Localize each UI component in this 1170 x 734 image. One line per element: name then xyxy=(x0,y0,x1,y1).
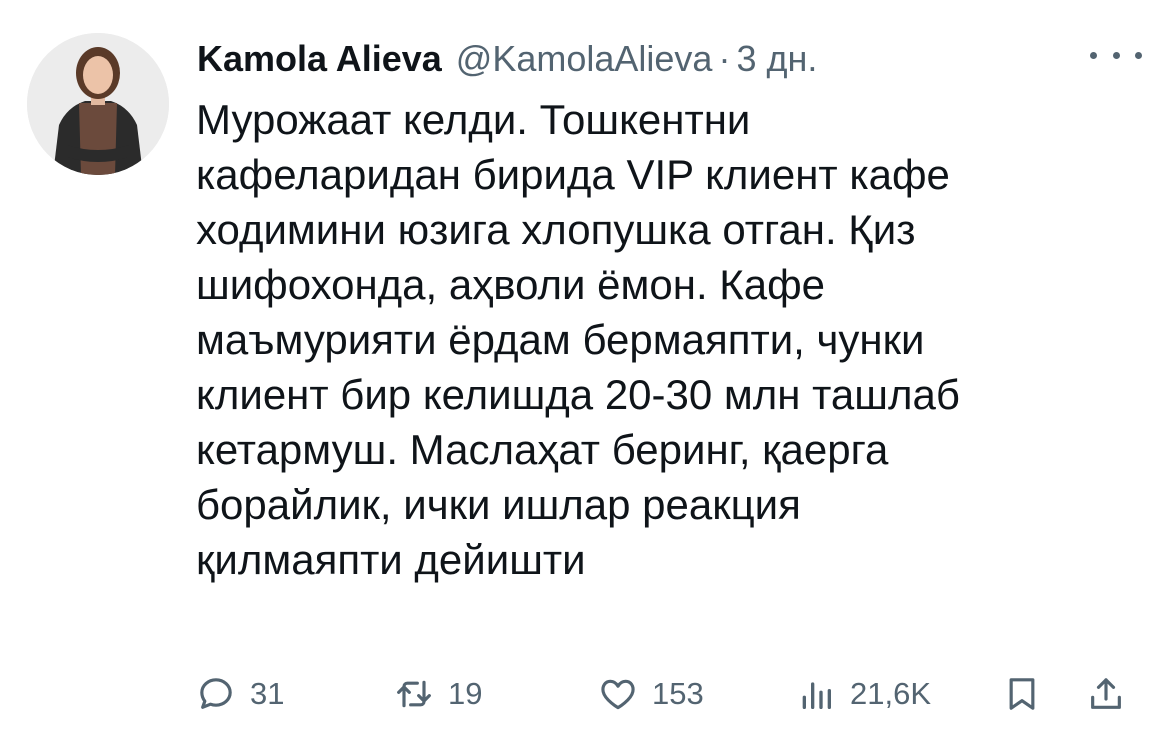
share-icon xyxy=(1091,678,1121,709)
author-handle[interactable]: @KamolaAlieva xyxy=(456,38,713,80)
avatar-image xyxy=(27,33,169,175)
tweet-text: Мурожаат келди. Тошкентни кафеларидан би… xyxy=(196,96,960,583)
reply-icon xyxy=(200,678,232,709)
views-count: 21,6K xyxy=(850,676,932,711)
bookmark-icon xyxy=(1009,678,1035,710)
more-icon[interactable] xyxy=(1090,44,1142,66)
repost-count: 19 xyxy=(448,676,483,711)
tweet-header: Kamola Alieva @KamolaAlieva · 3 дн. xyxy=(197,34,817,84)
heart-icon xyxy=(601,679,635,710)
like-button[interactable]: 153 xyxy=(598,668,704,720)
timestamp[interactable]: 3 дн. xyxy=(736,38,817,80)
action-bar: 31 19 153 21,6K xyxy=(196,668,1140,720)
reply-count: 31 xyxy=(250,676,285,711)
more-dot xyxy=(1135,51,1142,59)
avatar[interactable] xyxy=(27,33,169,175)
tweet: Kamola Alieva @KamolaAlieva · 3 дн. Муро… xyxy=(0,0,1170,734)
more-dot xyxy=(1112,51,1120,59)
like-count: 153 xyxy=(652,676,704,711)
author-name[interactable]: Kamola Alieva xyxy=(197,38,442,80)
more-dot xyxy=(1090,51,1097,59)
repost-button[interactable]: 19 xyxy=(394,668,482,720)
repost-icon xyxy=(397,680,431,708)
views-button[interactable]: 21,6K xyxy=(796,668,931,720)
views-icon xyxy=(802,682,831,709)
header-separator: · xyxy=(718,38,731,79)
share-button[interactable] xyxy=(1086,668,1126,720)
reply-button[interactable]: 31 xyxy=(196,668,284,720)
bookmark-button[interactable] xyxy=(1002,668,1042,720)
